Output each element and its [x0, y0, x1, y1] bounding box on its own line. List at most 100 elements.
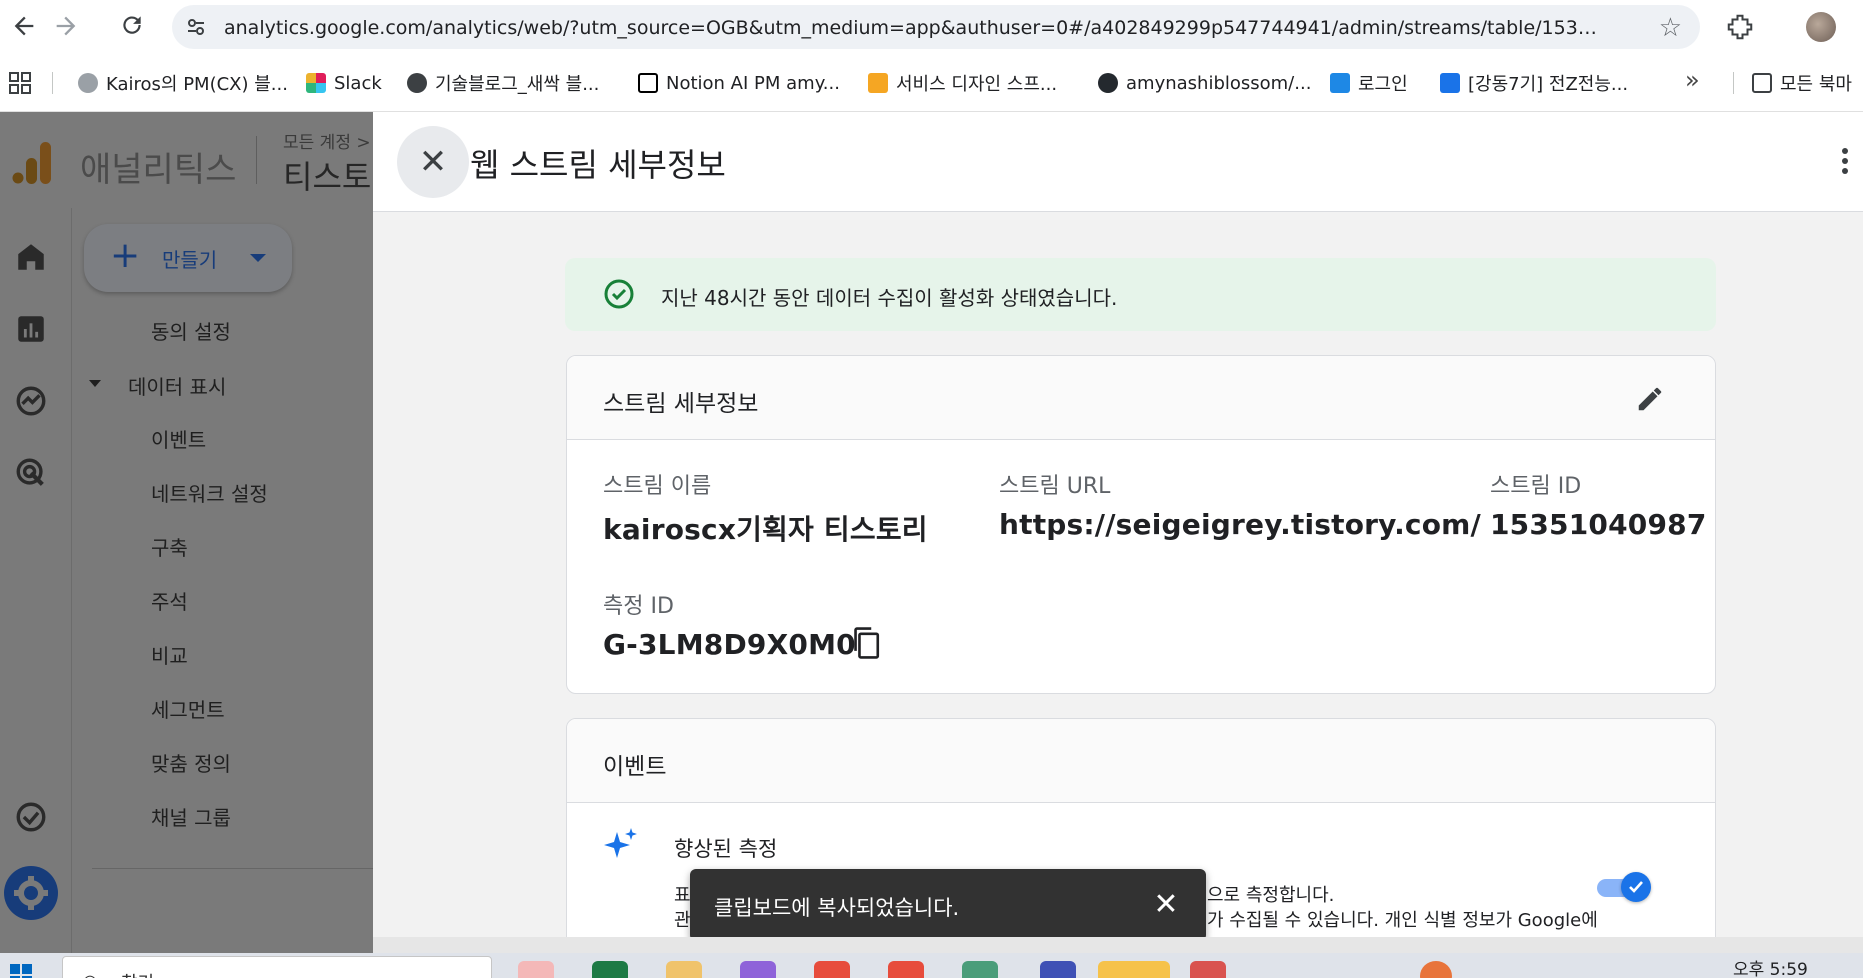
address-bar[interactable]: analytics.google.com/analytics/web/?utm_…	[172, 5, 1700, 49]
kakaotalk-icon[interactable]	[1098, 961, 1170, 978]
bookmark-star-icon[interactable]: ☆	[1659, 13, 1682, 43]
advertising-icon[interactable]	[14, 456, 48, 490]
copy-icon[interactable]	[850, 626, 882, 660]
taskbar-search-box[interactable]: ○ 찾기	[62, 956, 492, 978]
explore-icon[interactable]	[14, 384, 48, 418]
stream-name-label: 스트림 이름	[603, 474, 712, 499]
browser-toolbar: analytics.google.com/analytics/web/?utm_…	[0, 0, 1863, 54]
bookmark-item[interactable]: 서비스 디자인 스프...	[868, 68, 1057, 98]
bookmark-folder[interactable]: 모든 북마	[1752, 68, 1852, 98]
reports-icon[interactable]	[14, 312, 48, 346]
edit-pencil-icon[interactable]	[1635, 384, 1665, 414]
bookmark-item[interactable]: amynashiblossom/...	[1098, 68, 1311, 98]
nav-item-channel-group[interactable]: 채널 그룹	[151, 802, 231, 831]
file-explorer-icon[interactable]	[666, 961, 702, 978]
measurement-id-value: G-3LM8D9X0M0	[603, 628, 856, 661]
reload-icon[interactable]	[118, 12, 146, 40]
bookmark-label: 서비스 디자인 스프...	[896, 74, 1058, 95]
stream-details-card: 스트림 세부정보 스트림 이름 kairoscx기획자 티스토리 스트림 URL…	[566, 355, 1716, 694]
taskbar-app-icon[interactable]	[740, 961, 776, 978]
horizontal-scrollbar[interactable]	[373, 937, 1863, 953]
nav-item-events[interactable]: 이벤트	[151, 424, 206, 453]
card-title: 스트림 세부정보	[603, 391, 759, 417]
extensions-icon[interactable]	[1725, 12, 1755, 42]
panel-title: 웹 스트림 세부정보	[470, 146, 726, 184]
check-circle-icon	[603, 278, 635, 310]
taskbar-search-text: 찾기	[121, 969, 154, 978]
excel-icon[interactable]	[592, 961, 628, 978]
copied-snackbar: 클립보드에 복사되었습니다. ✕	[690, 869, 1206, 941]
forward-arrow-icon[interactable]	[52, 12, 80, 40]
folder-icon	[1752, 73, 1772, 93]
stream-url-label: 스트림 URL	[999, 474, 1111, 499]
enhanced-measurement-toggle[interactable]	[1597, 872, 1653, 902]
measurement-id-label: 측정 ID	[603, 594, 674, 619]
site-settings-icon[interactable]	[186, 17, 206, 37]
profile-avatar[interactable]	[1806, 12, 1836, 42]
url-text[interactable]: analytics.google.com/analytics/web/?utm_…	[224, 17, 1604, 39]
nav-item-custom-definitions[interactable]: 맞춤 정의	[151, 748, 231, 777]
account-breadcrumb[interactable]: 모든 계정 >	[283, 128, 371, 153]
enhanced-measurement-note-left: 관	[674, 910, 691, 931]
property-name[interactable]: 티스토리	[283, 152, 373, 198]
bookmark-item[interactable]: Notion AI PM amy...	[638, 68, 840, 98]
bookmark-item[interactable]: Slack	[306, 68, 382, 98]
bookmark-item[interactable]: 기술블로그_새싹 블...	[407, 68, 599, 98]
weather-icon[interactable]	[1420, 961, 1452, 978]
analytics-logo-icon	[12, 140, 52, 186]
bookmark-label: [강동7기] 전Z전능...	[1468, 74, 1629, 95]
nav-divider	[92, 868, 373, 869]
bookmark-item[interactable]: [강동7기] 전Z전능...	[1440, 68, 1628, 98]
nav-section-data-display[interactable]: 데이터 표시	[128, 371, 226, 400]
taskbar-app-icon[interactable]	[1190, 961, 1226, 978]
stream-id-label: 스트림 ID	[1490, 474, 1582, 499]
clock[interactable]: 오후 5:59	[1733, 955, 1808, 978]
bookmark-label: amynashiblossom/...	[1126, 72, 1312, 94]
bookmark-label: 로그인	[1358, 74, 1408, 95]
bookmark-item[interactable]: 로그인	[1330, 68, 1408, 98]
slack-icon	[306, 73, 326, 93]
insights-check-icon[interactable]	[14, 800, 48, 834]
enhanced-measurement-desc-right: 으로 측정합니다.	[1207, 885, 1335, 906]
more-bookmarks-chevron-icon[interactable]: »	[1685, 66, 1700, 94]
more-options-icon[interactable]	[1842, 148, 1850, 178]
chevron-down-icon	[250, 254, 266, 262]
nav-item-consent[interactable]: 동의 설정	[151, 316, 231, 345]
plus-icon: +	[110, 235, 141, 276]
snackbar-close-icon[interactable]: ✕	[1146, 885, 1186, 925]
close-panel-button[interactable]: ✕	[397, 126, 469, 198]
bookmark-separator	[1733, 72, 1734, 94]
os-taskbar: ○ 찾기 오후 5:59	[0, 953, 1863, 978]
nav-item-network[interactable]: 네트워크 설정	[151, 478, 268, 507]
admin-settings-gear-icon[interactable]	[4, 866, 58, 920]
sparkle-icon	[603, 826, 639, 862]
card-title: 이벤트	[603, 754, 667, 780]
chrome-icon[interactable]	[814, 961, 850, 978]
nav-item-segments[interactable]: 세그먼트	[151, 694, 225, 723]
chrome-icon[interactable]	[888, 961, 924, 978]
header-divider	[256, 136, 257, 184]
nav-item-annotations[interactable]: 주석	[151, 586, 188, 615]
nav-item-compare[interactable]: 비교	[151, 640, 188, 669]
status-message: 지난 48시간 동안 데이터 수집이 활성화 상태였습니다.	[661, 286, 1118, 310]
windows-start-icon[interactable]	[10, 964, 32, 978]
collapse-caret-icon[interactable]	[89, 380, 101, 387]
globe-icon	[407, 73, 427, 93]
close-icon: ✕	[418, 142, 448, 182]
enhanced-measurement-note-right: 가 수집될 수 있습니다. 개인 식별 정보가 Google에	[1207, 910, 1598, 931]
card-header: 이벤트	[567, 719, 1715, 803]
zoom-icon[interactable]	[1040, 961, 1076, 978]
nav-item-build[interactable]: 구축	[151, 532, 188, 561]
stream-id-value: 15351040987	[1490, 508, 1707, 541]
bookmark-folder-label: 모든 북마	[1780, 74, 1852, 95]
apps-grid-icon[interactable]	[8, 71, 32, 95]
bookmarks-bar: Kairos의 PM(CX) 블... Slack 기술블로그_새싹 블... …	[0, 54, 1863, 112]
create-button-label: 만들기	[162, 248, 218, 272]
create-button[interactable]: + 만들기	[84, 224, 292, 292]
home-icon[interactable]	[14, 240, 48, 274]
back-arrow-icon[interactable]	[10, 12, 38, 40]
slack-icon[interactable]	[962, 961, 998, 978]
taskbar-app-icon[interactable]	[518, 961, 554, 978]
enhanced-measurement-title: 향상된 측정	[674, 837, 778, 861]
bookmark-item[interactable]: Kairos의 PM(CX) 블...	[78, 68, 288, 98]
